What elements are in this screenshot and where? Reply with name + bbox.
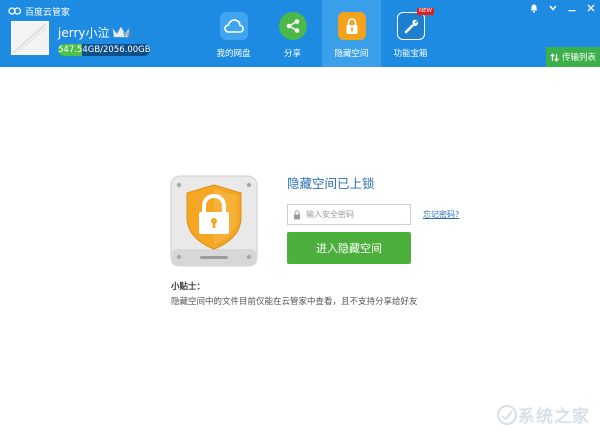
minimize-button[interactable] bbox=[562, 0, 581, 16]
password-field[interactable] bbox=[287, 204, 411, 225]
new-badge: NEW bbox=[416, 8, 434, 15]
transfer-label: 传输列表 bbox=[561, 53, 596, 63]
close-icon bbox=[587, 4, 594, 12]
share-icon bbox=[278, 12, 307, 40]
transfer-icon bbox=[550, 52, 559, 62]
tab-label: 隐藏空间 bbox=[334, 49, 369, 59]
tips-text: 隐藏空间中的文件目前仅能在云管家中查看，且不支持分享给好友 bbox=[171, 297, 418, 307]
app-title-text: 百度云管家 bbox=[25, 7, 71, 18]
tab-toolbox[interactable]: NEW 功能宝箱 bbox=[381, 0, 440, 67]
wrench-icon bbox=[396, 12, 425, 40]
enter-hidden-space-button[interactable]: 进入隐藏空间 bbox=[287, 232, 411, 264]
window-controls bbox=[524, 0, 600, 16]
notification-button[interactable] bbox=[524, 0, 543, 16]
cloud-icon bbox=[219, 12, 248, 40]
username[interactable]: jerry小泣 bbox=[58, 24, 109, 41]
close-button[interactable] bbox=[581, 0, 600, 16]
title-bar: 百度云管家 jerry小泣 VIP 547.54GB/2056.00GB 我的网… bbox=[0, 0, 600, 67]
lock-icon bbox=[337, 12, 366, 40]
tab-label: 分享 bbox=[283, 49, 301, 59]
tab-share[interactable]: 分享 bbox=[263, 0, 322, 67]
avatar-image bbox=[12, 22, 48, 54]
tips-title: 小贴士： bbox=[171, 282, 206, 292]
lock-icon bbox=[294, 209, 300, 219]
avatar[interactable] bbox=[11, 21, 49, 55]
tab-my-netdisk[interactable]: 我的网盘 bbox=[204, 0, 263, 67]
tab-label: 功能宝箱 bbox=[393, 49, 428, 59]
watermark-text: 系统之家 bbox=[518, 407, 590, 427]
tab-label: 我的网盘 bbox=[216, 49, 251, 59]
watermark-logo-icon bbox=[497, 404, 517, 425]
forgot-password-link[interactable]: 忘记密码? bbox=[423, 209, 459, 220]
minimize-icon bbox=[568, 10, 575, 12]
vip-crown-icon[interactable]: VIP bbox=[112, 25, 136, 39]
tab-hidden-space[interactable]: 隐藏空间 bbox=[322, 0, 381, 67]
hidden-space-lock-illustration bbox=[170, 175, 258, 267]
transfer-list-button[interactable]: 传输列表 bbox=[546, 47, 600, 67]
menu-button[interactable] bbox=[543, 0, 562, 16]
storage-quota-text: 547.54GB/2056.00GB bbox=[58, 45, 150, 55]
app-title: 百度云管家 bbox=[8, 4, 70, 18]
storage-quota-bar: 547.54GB/2056.00GB bbox=[58, 44, 150, 56]
watermark: 系统之家 bbox=[496, 402, 590, 427]
bell-icon bbox=[530, 4, 537, 12]
vip-label: VIP bbox=[123, 33, 133, 39]
hidden-space-title: 隐藏空间已上锁 bbox=[287, 176, 375, 191]
main-nav: 我的网盘 分享 隐藏空间 NEW 功能宝箱 bbox=[204, 0, 440, 67]
chevron-down-icon bbox=[548, 5, 557, 11]
baidu-cloud-logo-icon bbox=[8, 7, 22, 15]
password-input[interactable] bbox=[306, 210, 396, 219]
